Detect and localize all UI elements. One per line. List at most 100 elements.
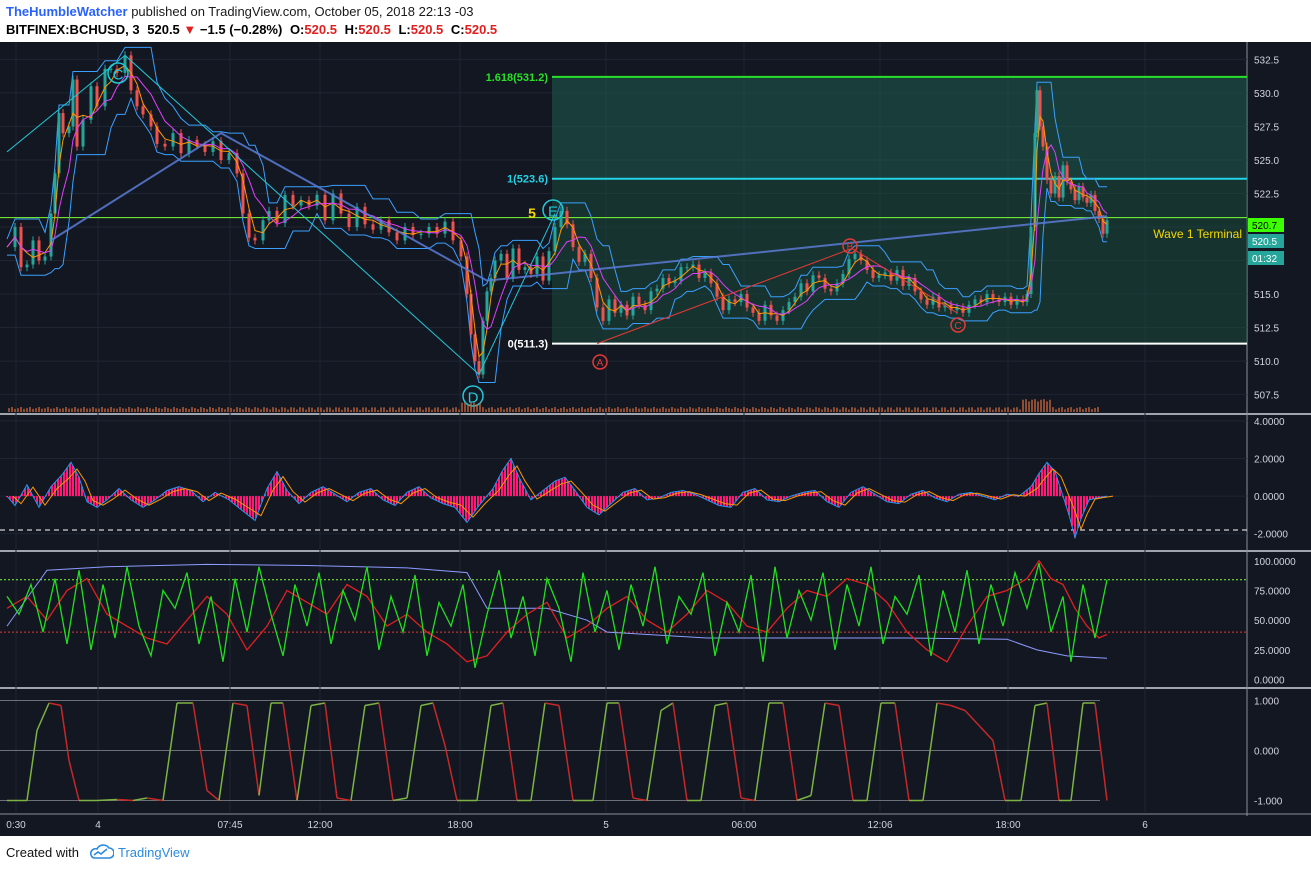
- volume-bar: [275, 407, 277, 412]
- volume-bar: [503, 409, 505, 412]
- volume-bar: [422, 409, 424, 412]
- volume-bar: [134, 408, 136, 412]
- volume-bar: [887, 407, 889, 412]
- volume-bar: [236, 407, 238, 412]
- volume-bar: [1076, 407, 1078, 412]
- volume-bar: [209, 407, 211, 412]
- volume-bar: [734, 407, 736, 412]
- volume-bar: [710, 408, 712, 412]
- volume-bar: [1016, 407, 1018, 412]
- volume-bar: [479, 402, 481, 412]
- volume-bar: [308, 407, 310, 412]
- wave-c-small-label: C: [954, 321, 961, 332]
- volume-bar: [1043, 399, 1045, 412]
- volume-bar: [95, 408, 97, 412]
- volume-bar: [995, 407, 997, 412]
- volume-bar: [773, 407, 775, 412]
- volume-bar: [377, 409, 379, 412]
- volume-bar: [722, 408, 724, 412]
- volume-bar: [143, 408, 145, 412]
- osc-tick-label: -2.0000: [1254, 530, 1288, 541]
- candle-body: [499, 253, 503, 261]
- volume-bar: [755, 408, 757, 412]
- candle-body: [721, 296, 725, 311]
- candle-body: [1049, 180, 1053, 194]
- candle-body: [655, 288, 659, 292]
- volume-bar: [128, 407, 130, 412]
- candle-body: [817, 275, 821, 278]
- volume-bar: [689, 407, 691, 412]
- wave-b-small-label: B: [847, 242, 854, 253]
- volume-bar: [611, 408, 613, 412]
- volume-bar: [32, 408, 34, 412]
- candle-body: [829, 288, 833, 292]
- histogram-bar: [234, 496, 236, 505]
- candle-body: [135, 90, 139, 107]
- osc-tick-label: 4.0000: [1254, 417, 1285, 428]
- volume-bar: [398, 407, 400, 412]
- volume-bar: [824, 407, 826, 412]
- chart-canvas[interactable]: 0:30 4 07:45 12:00 18:00 5 06:00 12:06 18:00 6 532…: [0, 42, 1311, 836]
- volume-bar: [278, 409, 280, 412]
- volume-bar: [347, 407, 349, 412]
- volume-bar: [50, 408, 52, 412]
- volume-bar: [1046, 401, 1048, 412]
- volume-bar: [203, 408, 205, 412]
- volume-bar: [992, 409, 994, 412]
- price-badge-label: 520.5: [1252, 237, 1277, 248]
- volume-bar: [827, 407, 829, 412]
- volume-bar: [869, 407, 871, 412]
- volume-bar: [29, 407, 31, 412]
- tradingview-link[interactable]: TradingView: [118, 845, 190, 860]
- volume-bar: [368, 409, 370, 412]
- volume-bar: [440, 409, 442, 412]
- volume-bar: [242, 409, 244, 412]
- ohlc-line: BITFINEX:BCHUSD, 3 520.5 ▼ −1.5 (−0.28%)…: [6, 22, 497, 37]
- histogram-bar: [147, 496, 149, 505]
- volume-bar: [458, 409, 460, 412]
- tradingview-cloud-icon[interactable]: [88, 844, 114, 860]
- volume-bar: [560, 408, 562, 412]
- candle-body: [331, 193, 335, 221]
- candle-body: [877, 275, 881, 278]
- histogram-bar: [1074, 496, 1076, 538]
- volume-bar: [1052, 407, 1054, 412]
- stoch-tick-label: 25.0000: [1254, 646, 1291, 657]
- volume-bar: [341, 409, 343, 412]
- candle-body: [637, 296, 641, 305]
- price-tick-label: 525.0: [1254, 156, 1279, 167]
- fisher-segment: [96, 798, 118, 802]
- candle-body: [823, 277, 827, 289]
- volume-bar: [239, 407, 241, 412]
- volume-bar: [896, 407, 898, 412]
- candle-body: [247, 213, 251, 238]
- volume-bar: [1013, 407, 1015, 412]
- high-value: 520.5: [358, 22, 391, 37]
- high-label: H:: [344, 22, 359, 37]
- volume-bar: [695, 408, 697, 412]
- price-tick-label: 532.5: [1254, 55, 1279, 66]
- candle-body: [43, 256, 47, 261]
- volume-bar: [383, 407, 385, 412]
- volume-bar: [257, 407, 259, 412]
- candle-body: [775, 315, 779, 321]
- candle-body: [1077, 186, 1081, 201]
- candle-body: [697, 264, 701, 278]
- volume-bar: [668, 408, 670, 412]
- volume-bar: [149, 408, 151, 412]
- volume-bar: [386, 409, 388, 412]
- price-badge-label: 01:32: [1252, 254, 1277, 265]
- volume-bar: [86, 408, 88, 412]
- volume-bar: [515, 407, 517, 412]
- volume-bar: [170, 408, 172, 412]
- author-link[interactable]: TheHumbleWatcher: [6, 4, 128, 19]
- volume-bar: [281, 407, 283, 412]
- volume-bar: [641, 408, 643, 412]
- volume-bar: [749, 408, 751, 412]
- histogram-bar: [1044, 465, 1046, 497]
- volume-bar: [233, 409, 235, 412]
- volume-bar: [707, 407, 709, 412]
- volume-bar: [380, 407, 382, 412]
- volume-bar: [1001, 409, 1003, 412]
- volume-bar: [1007, 407, 1009, 412]
